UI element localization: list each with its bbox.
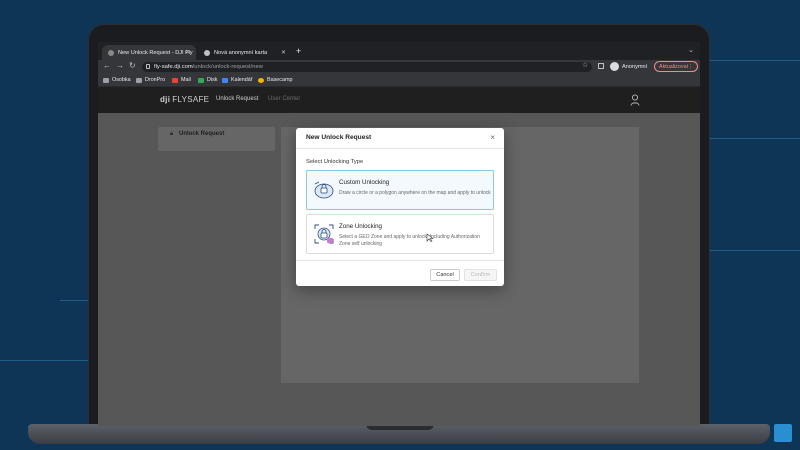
lock-icon: 🔒︎ <box>170 131 174 137</box>
background-line <box>700 138 800 139</box>
nav-unlock-request[interactable]: Unlock Request <box>216 96 258 102</box>
sidebar-item-unlock-request[interactable]: Unlock Request <box>179 131 224 137</box>
profile-label[interactable]: Anonymní <box>622 62 647 72</box>
incognito-icon <box>204 49 210 56</box>
option-title: Custom Unlocking <box>339 179 390 186</box>
logo-brand: dji <box>160 95 171 104</box>
forward-icon[interactable]: → <box>116 61 124 70</box>
lock-icon <box>146 64 150 69</box>
new-tab-icon[interactable]: + <box>296 46 301 56</box>
mouse-cursor-icon <box>426 233 434 242</box>
new-unlock-request-dialog: New Unlock Request × Select Unlocking Ty… <box>296 128 504 286</box>
update-button[interactable]: Aktualizovat ⋮ <box>654 61 698 72</box>
dialog-subtitle: Select Unlocking Type <box>306 159 364 165</box>
profile-avatar[interactable] <box>610 62 619 71</box>
tab-bar: New Unlock Request - DJI Fly ✕ Nová anon… <box>98 42 700 60</box>
logo-product: FLYSAFE <box>172 95 210 104</box>
tab-incognito[interactable]: Nová anonymní karta ✕ <box>198 45 292 60</box>
dialog-title: New Unlock Request <box>306 134 372 141</box>
close-icon[interactable]: ✕ <box>185 49 190 56</box>
option-zone-unlocking[interactable]: Zone Unlocking Select a GEO Zone and app… <box>306 214 494 254</box>
option-custom-unlocking[interactable]: Custom Unlocking Draw a circle or a poly… <box>306 170 494 210</box>
close-icon[interactable]: × <box>490 133 495 142</box>
drive-icon <box>198 77 204 83</box>
background-line <box>700 60 800 61</box>
option-title: Zone Unlocking <box>339 223 382 230</box>
background-line <box>710 250 800 251</box>
favicon-icon <box>108 49 114 56</box>
bookmark-label: Osobka <box>112 77 131 83</box>
url-path: /unlock/unlock-request/new <box>192 64 263 70</box>
zone-unlock-icon <box>314 224 334 244</box>
star-icon[interactable]: ☆ <box>582 61 588 69</box>
bookmark-item[interactable]: Osobka <box>103 77 131 83</box>
basecamp-icon <box>258 77 264 83</box>
tab-label: New Unlock Request - DJI Fly <box>118 49 193 56</box>
user-icon[interactable] <box>630 94 640 106</box>
bookmark-item[interactable]: Kalendář <box>222 77 253 83</box>
app-header: dji FLYSAFE Unlock Request User Center <box>98 87 700 113</box>
more-icon[interactable]: ⋮ <box>688 62 693 72</box>
bookmark-item[interactable]: Mail <box>172 77 191 83</box>
cancel-button[interactable]: Cancel <box>430 269 460 281</box>
side-panel-icon[interactable] <box>598 63 604 69</box>
reload-icon[interactable]: ↻ <box>129 61 136 70</box>
bookmark-label: DronPro <box>145 77 166 83</box>
option-description: Draw a circle or a polygon anywhere on t… <box>339 190 491 196</box>
browser-toolbar: ← → ↻ fly-safe.dji.com/unlock/unlock-req… <box>98 60 700 74</box>
divider <box>296 260 504 261</box>
close-icon[interactable]: ✕ <box>281 49 286 56</box>
background-line <box>60 300 90 301</box>
tab-unlock-request[interactable]: New Unlock Request - DJI Fly ✕ <box>102 45 196 60</box>
background-line <box>0 360 90 361</box>
back-icon[interactable]: ← <box>103 61 111 70</box>
address-bar[interactable]: fly-safe.dji.com/unlock/unlock-request/n… <box>142 62 592 72</box>
nav-user-center[interactable]: User Center <box>268 96 300 102</box>
bookmark-item[interactable]: DronPro <box>136 77 165 83</box>
chevron-down-icon[interactable]: ⌄ <box>688 46 694 54</box>
bookmark-item[interactable]: Basecamp <box>258 77 292 83</box>
folder-icon <box>136 77 142 83</box>
divider <box>296 148 504 149</box>
confirm-button[interactable]: Confirm <box>464 269 497 281</box>
tab-label: Nová anonymní karta <box>214 49 268 56</box>
bookmark-label: Kalendář <box>231 77 253 83</box>
calendar-icon <box>222 77 228 83</box>
update-label: Aktualizovat <box>659 64 689 70</box>
bookmark-label: Basecamp <box>267 77 293 83</box>
url-host: fly-safe.dji.com <box>154 64 193 70</box>
bookmark-item[interactable]: Disk <box>198 77 217 83</box>
mail-icon <box>172 77 178 83</box>
folder-icon <box>103 77 109 83</box>
option-description: Select a GEO Zone and apply to unlock. I… <box>339 234 480 247</box>
watermark-logo <box>774 424 792 442</box>
flysafe-logo[interactable]: dji FLYSAFE <box>160 95 209 104</box>
bookmarks-bar: Osobka DronPro Mail Disk Kalendář Baseca… <box>98 74 700 87</box>
bookmark-label: Mail <box>181 77 191 83</box>
custom-unlock-icon <box>314 181 334 199</box>
bookmark-label: Disk <box>207 77 218 83</box>
browser-window: New Unlock Request - DJI Fly ✕ Nová anon… <box>98 42 700 426</box>
